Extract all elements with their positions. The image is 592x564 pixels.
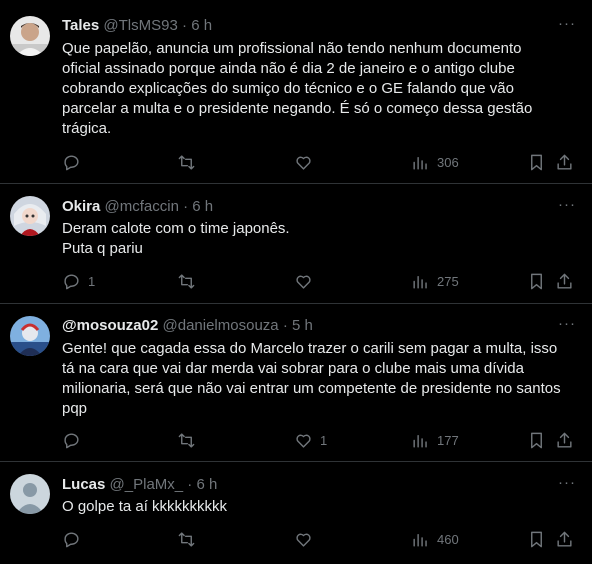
share-button[interactable] bbox=[555, 430, 574, 450]
views-button[interactable]: 460 bbox=[411, 529, 459, 549]
action-bar: 1 177 bbox=[0, 430, 592, 450]
more-options-icon[interactable]: ··· bbox=[556, 475, 578, 497]
views-count: 460 bbox=[437, 531, 459, 547]
separator-dot: · bbox=[187, 476, 193, 493]
timestamp[interactable]: 5 h bbox=[292, 317, 313, 334]
bookmark-icon bbox=[531, 273, 542, 289]
tweet-header: Okira @mcfaccin · 6 h bbox=[62, 197, 213, 217]
author-name[interactable]: Tales bbox=[62, 17, 99, 34]
action-bar: 306 bbox=[0, 152, 592, 172]
share-icon bbox=[557, 531, 572, 547]
views-icon bbox=[413, 533, 427, 547]
views-count: 275 bbox=[437, 273, 459, 289]
more-options-icon[interactable]: ··· bbox=[556, 197, 578, 219]
retweet-icon bbox=[178, 273, 195, 289]
author-handle[interactable]: @_PlaMx_ bbox=[110, 476, 184, 493]
retweet-icon bbox=[178, 531, 195, 547]
avatar[interactable] bbox=[10, 16, 50, 56]
bookmark-button[interactable] bbox=[527, 529, 546, 549]
bookmark-button[interactable] bbox=[527, 271, 546, 291]
tweet[interactable]: Lucas @_PlaMx_ · 6 h ··· O golpe ta aí k… bbox=[0, 462, 592, 564]
tweet[interactable]: Okira @mcfaccin · 6 h ··· Deram calote c… bbox=[0, 184, 592, 304]
more-options-icon[interactable]: ··· bbox=[556, 316, 578, 338]
views-icon bbox=[413, 156, 427, 170]
tweet-header: Tales @TlsMS93 · 6 h bbox=[62, 16, 212, 36]
separator-dot: · bbox=[182, 17, 188, 34]
like-icon bbox=[296, 156, 311, 170]
author-name[interactable]: Okira bbox=[62, 198, 100, 215]
share-icon bbox=[557, 432, 572, 448]
reply-count: 1 bbox=[88, 273, 96, 289]
share-icon bbox=[557, 273, 572, 289]
reply-icon bbox=[64, 273, 79, 289]
retweet-button[interactable] bbox=[177, 430, 203, 450]
like-button[interactable] bbox=[294, 529, 320, 549]
bookmark-button[interactable] bbox=[527, 152, 546, 172]
bookmark-icon bbox=[531, 531, 542, 547]
separator-dot: · bbox=[282, 317, 288, 334]
share-icon bbox=[557, 154, 572, 170]
views-icon bbox=[413, 434, 427, 448]
like-count: 1 bbox=[320, 432, 328, 448]
reply-button[interactable]: 1 bbox=[62, 271, 95, 291]
share-button[interactable] bbox=[555, 529, 574, 549]
retweet-icon bbox=[178, 432, 195, 448]
like-icon bbox=[296, 275, 311, 289]
like-icon bbox=[296, 533, 311, 547]
like-button[interactable]: 1 bbox=[294, 430, 327, 450]
reply-button[interactable] bbox=[62, 152, 88, 172]
timestamp[interactable]: 6 h bbox=[191, 17, 212, 34]
tweet[interactable]: Tales @TlsMS93 · 6 h ··· Que papelão, an… bbox=[0, 0, 592, 184]
author-name[interactable]: @mosouza02 bbox=[62, 317, 158, 334]
avatar[interactable] bbox=[10, 316, 50, 356]
like-button[interactable] bbox=[294, 152, 320, 172]
retweet-button[interactable] bbox=[177, 152, 203, 172]
bookmark-icon bbox=[531, 154, 542, 170]
separator-dot: · bbox=[183, 198, 189, 215]
like-button[interactable] bbox=[294, 271, 320, 291]
avatar[interactable] bbox=[10, 474, 50, 514]
reply-icon bbox=[64, 531, 79, 547]
avatar[interactable] bbox=[10, 196, 50, 236]
tweet-text: Que papelão, anuncia um profissional não… bbox=[62, 40, 533, 137]
views-icon bbox=[413, 275, 427, 289]
views-button[interactable]: 275 bbox=[411, 271, 459, 291]
tweet[interactable]: @mosouza02 @danielmosouza · 5 h ··· Gent… bbox=[0, 304, 592, 462]
author-handle[interactable]: @mcfaccin bbox=[105, 198, 179, 215]
action-bar: 460 bbox=[0, 529, 592, 549]
views-button[interactable]: 177 bbox=[411, 430, 459, 450]
tweet-text: Gente! que cagada essa do Marcelo trazer… bbox=[62, 340, 561, 417]
views-button[interactable]: 306 bbox=[411, 152, 459, 172]
more-options-icon[interactable]: ··· bbox=[556, 16, 578, 38]
timestamp[interactable]: 6 h bbox=[196, 476, 217, 493]
action-bar: 1 275 bbox=[0, 271, 592, 291]
views-count: 306 bbox=[437, 154, 459, 170]
reply-button[interactable] bbox=[62, 529, 88, 549]
bookmark-icon bbox=[531, 432, 542, 448]
reply-icon bbox=[64, 432, 79, 448]
author-handle[interactable]: @TlsMS93 bbox=[103, 17, 177, 34]
retweet-button[interactable] bbox=[177, 529, 203, 549]
reply-icon bbox=[64, 154, 79, 170]
bookmark-button[interactable] bbox=[527, 430, 546, 450]
tweet-header: @mosouza02 @danielmosouza · 5 h bbox=[62, 316, 313, 336]
tweet-text: O golpe ta aí kkkkkkkkkk bbox=[62, 498, 228, 515]
share-button[interactable] bbox=[555, 271, 574, 291]
author-handle[interactable]: @danielmosouza bbox=[163, 317, 279, 334]
like-icon bbox=[296, 434, 311, 448]
reply-button[interactable] bbox=[62, 430, 88, 450]
views-count: 177 bbox=[437, 432, 459, 448]
timestamp[interactable]: 6 h bbox=[192, 198, 213, 215]
retweet-button[interactable] bbox=[177, 271, 203, 291]
share-button[interactable] bbox=[555, 152, 574, 172]
author-name[interactable]: Lucas bbox=[62, 476, 105, 493]
tweet-text: Deram calote com o time japonês. Puta q … bbox=[62, 220, 290, 257]
tweet-header: Lucas @_PlaMx_ · 6 h bbox=[62, 475, 217, 495]
retweet-icon bbox=[178, 154, 195, 170]
